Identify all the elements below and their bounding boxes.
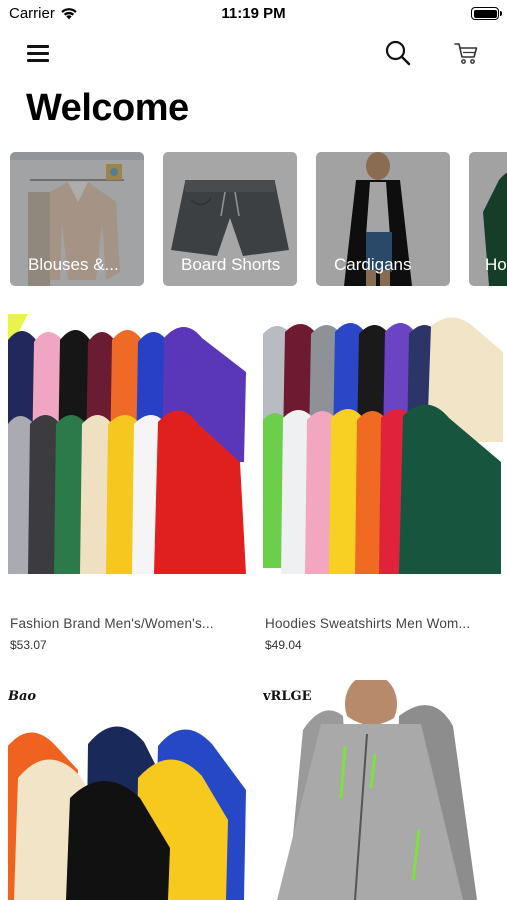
product-image (263, 312, 503, 584)
product-card[interactable]: Bao (8, 680, 248, 900)
search-button[interactable] (383, 38, 413, 68)
navigation-bar (0, 28, 507, 80)
menu-button[interactable] (27, 42, 53, 64)
brand-logo: Bao (8, 689, 36, 704)
hoodie-rows-photo (263, 312, 503, 584)
battery-level (473, 9, 497, 18)
product-card[interactable]: Hoodies Sweatshirts Men Wom... $49.04 (263, 312, 503, 662)
product-title: Hoodies Sweatshirts Men Wom... (265, 616, 471, 631)
cart-button[interactable] (453, 40, 479, 66)
brand-logo: vRLGE (263, 689, 312, 704)
product-price: $49.04 (265, 638, 302, 652)
page-title: Welcome (26, 87, 189, 129)
cart-icon (454, 43, 478, 64)
category-tile-cardigans[interactable]: Cardigans (316, 152, 450, 286)
category-label: Ho (485, 255, 507, 274)
category-label: Blouses &... (28, 255, 119, 274)
battery-icon (471, 7, 502, 20)
category-label: Cardigans (334, 255, 412, 274)
search-icon (385, 40, 411, 66)
product-card[interactable]: vRLGE (263, 680, 503, 900)
hoodie-rack-photo (8, 312, 248, 584)
category-tile-blouses[interactable]: Blouses &... (10, 152, 144, 286)
product-image: Bao (8, 680, 248, 900)
product-price: $53.07 (10, 638, 47, 652)
product-card[interactable]: Fashion Brand Men's/Women's... $53.07 (8, 312, 248, 662)
gray-zip-hoodie-photo: vRLGE (263, 680, 503, 900)
category-carousel[interactable]: Blouses &... Board Shorts Cardigans Ho (10, 152, 507, 286)
category-tile-board-shorts[interactable]: Board Shorts (163, 152, 297, 286)
product-image: vRLGE (263, 680, 503, 900)
category-label: Board Shorts (181, 255, 281, 274)
hoodie-stack-photo: Bao (8, 680, 248, 900)
category-tile-hoodies[interactable]: Ho (469, 152, 507, 286)
clock: 11:19 PM (221, 5, 286, 22)
product-image (8, 312, 248, 584)
status-bar: Carrier 11:19 PM (0, 0, 507, 28)
product-title: Fashion Brand Men's/Women's... (10, 616, 214, 631)
